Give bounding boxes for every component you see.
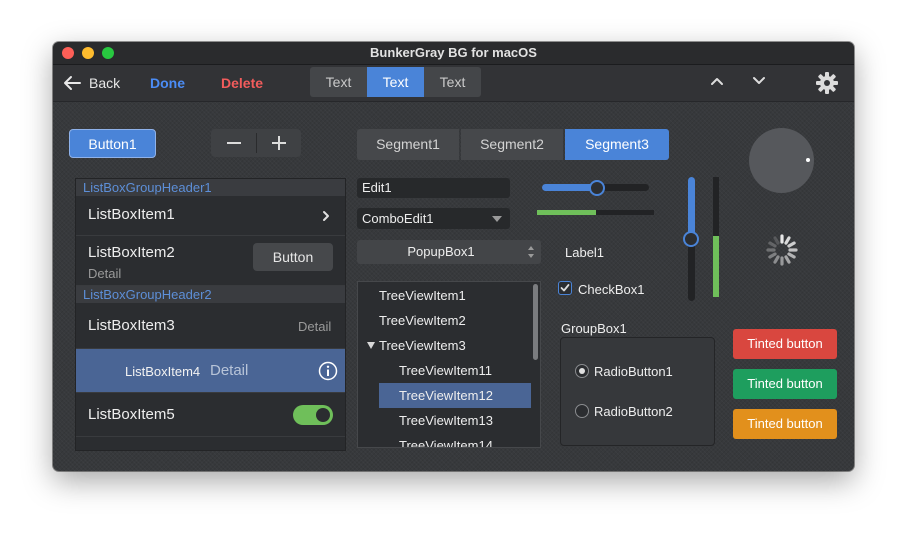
dropdown-arrow-icon[interactable] — [492, 216, 502, 222]
segment-2[interactable]: Segment2 — [461, 129, 563, 160]
delete-button[interactable]: Delete — [221, 75, 263, 91]
checkbox[interactable] — [558, 281, 572, 295]
checkbox-label[interactable]: CheckBox1 — [578, 282, 644, 297]
radio-button-2[interactable] — [575, 404, 589, 418]
list-item-title: ListBoxItem1 — [88, 206, 175, 223]
gear-icon[interactable] — [815, 71, 839, 95]
chevron-up-icon[interactable] — [710, 76, 724, 86]
combo-value: ComboEdit1 — [362, 211, 434, 226]
tree-view: TreeViewItem1 TreeViewItem2 TreeViewItem… — [357, 281, 541, 448]
disclosure-triangle-icon[interactable] — [367, 342, 375, 349]
up-down-arrows-icon — [528, 246, 534, 258]
list-item-title: ListBoxItem2 — [88, 244, 175, 261]
popup-value: PopupBox1 — [407, 244, 475, 259]
radio-label[interactable]: RadioButton2 — [594, 404, 673, 419]
window-title: BunkerGray BG for macOS — [370, 45, 537, 60]
toggle-knob — [316, 408, 330, 422]
tinted-button-orange[interactable]: Tinted button — [733, 409, 837, 439]
chevron-down-icon[interactable] — [752, 76, 766, 86]
combo-edit[interactable]: ComboEdit1 — [357, 208, 510, 229]
groupbox: RadioButton1 RadioButton2 — [560, 337, 715, 446]
back-button[interactable]: Back — [63, 73, 120, 93]
list-item-button[interactable]: Button — [253, 243, 333, 271]
list-item[interactable]: ListBoxItem5 — [76, 393, 345, 437]
list-item[interactable]: ListBoxItem2 Detail Button — [76, 236, 345, 286]
list-item[interactable]: ListBoxItem1 — [76, 196, 345, 236]
toggle-switch[interactable] — [293, 405, 333, 425]
segment-3[interactable]: Segment3 — [565, 129, 669, 160]
tree-item[interactable]: TreeViewItem1 — [379, 283, 466, 308]
info-icon[interactable] — [318, 361, 338, 381]
plus-button[interactable] — [257, 129, 301, 157]
list-item-selected[interactable]: ListBoxItem4 Detail — [76, 349, 345, 393]
list-item[interactable]: ListBoxItem3 Detail — [76, 303, 345, 349]
edit-field[interactable]: Edit1 — [357, 178, 510, 198]
tree-item[interactable]: TreeViewItem3 — [379, 333, 466, 358]
title-bar: BunkerGray BG for macOS — [53, 42, 854, 65]
horizontal-slider-thumb[interactable] — [589, 180, 605, 196]
tree-item-selected[interactable]: TreeViewItem12 — [379, 383, 531, 408]
list-item-detail: Detail — [210, 362, 249, 379]
tinted-button-green[interactable]: Tinted button — [733, 369, 837, 399]
toolbar-segment-2[interactable]: Text — [367, 67, 424, 97]
toolbar: Back Done Delete Text Text Text — [53, 65, 854, 102]
radio-label[interactable]: RadioButton1 — [594, 364, 673, 379]
progress-bar-fill — [537, 210, 596, 215]
minus-button[interactable] — [211, 129, 255, 157]
activity-spinner-icon — [766, 234, 798, 266]
button1[interactable]: Button1 — [69, 129, 156, 158]
vertical-progress-fill — [713, 236, 719, 297]
tree-item[interactable]: TreeViewItem14 — [399, 433, 493, 447]
vertical-slider-thumb[interactable] — [683, 231, 699, 247]
rotary-dial[interactable] — [749, 128, 814, 193]
segment-1[interactable]: Segment1 — [357, 129, 459, 160]
vertical-slider-fill — [688, 177, 695, 237]
list-item-title: ListBoxItem5 — [88, 406, 175, 423]
scrollbar-thumb[interactable] — [533, 284, 538, 360]
radio-button-1[interactable] — [575, 364, 589, 378]
list-item-detail: Detail — [88, 266, 122, 281]
list-box: ListBoxGroupHeader1 ListBoxItem1 ListBox… — [75, 178, 346, 451]
toolbar-segment-3[interactable]: Text — [424, 67, 481, 97]
app-window: BunkerGray BG for macOS Back Done Delete… — [53, 42, 854, 471]
popup-box[interactable]: PopupBox1 — [357, 240, 541, 264]
groupbox-title: GroupBox1 — [561, 321, 627, 336]
toolbar-segment-1[interactable]: Text — [310, 67, 367, 97]
done-button[interactable]: Done — [150, 75, 185, 91]
back-arrow-icon — [64, 76, 81, 90]
segmented-control: Segment1 Segment2 Segment3 — [357, 129, 671, 160]
radio-selected-dot — [579, 368, 585, 374]
back-label: Back — [89, 75, 121, 91]
checkmark-icon — [560, 284, 570, 292]
tree-item[interactable]: TreeViewItem11 — [399, 358, 492, 383]
list-group-header: ListBoxGroupHeader1 — [76, 179, 345, 196]
quantity-stepper — [211, 129, 301, 157]
list-group-header: ListBoxGroupHeader2 — [76, 286, 345, 303]
content-area: Button1 ListBoxGroupHeader1 ListBoxItem1 — [53, 102, 854, 471]
dial-indicator — [806, 158, 810, 162]
label: Label1 — [565, 245, 605, 260]
tree-item[interactable]: TreeViewItem2 — [379, 308, 466, 333]
list-item-title: ListBoxItem4 — [125, 364, 201, 379]
list-item-detail: Detail — [298, 319, 332, 334]
tinted-button-red[interactable]: Tinted button — [733, 329, 837, 359]
list-item-title: ListBoxItem3 — [88, 317, 175, 334]
chevron-right-icon — [323, 211, 329, 221]
tree-item[interactable]: TreeViewItem13 — [399, 408, 493, 433]
toolbar-segmented-control: Text Text Text — [310, 67, 481, 97]
horizontal-slider-fill — [542, 184, 596, 191]
